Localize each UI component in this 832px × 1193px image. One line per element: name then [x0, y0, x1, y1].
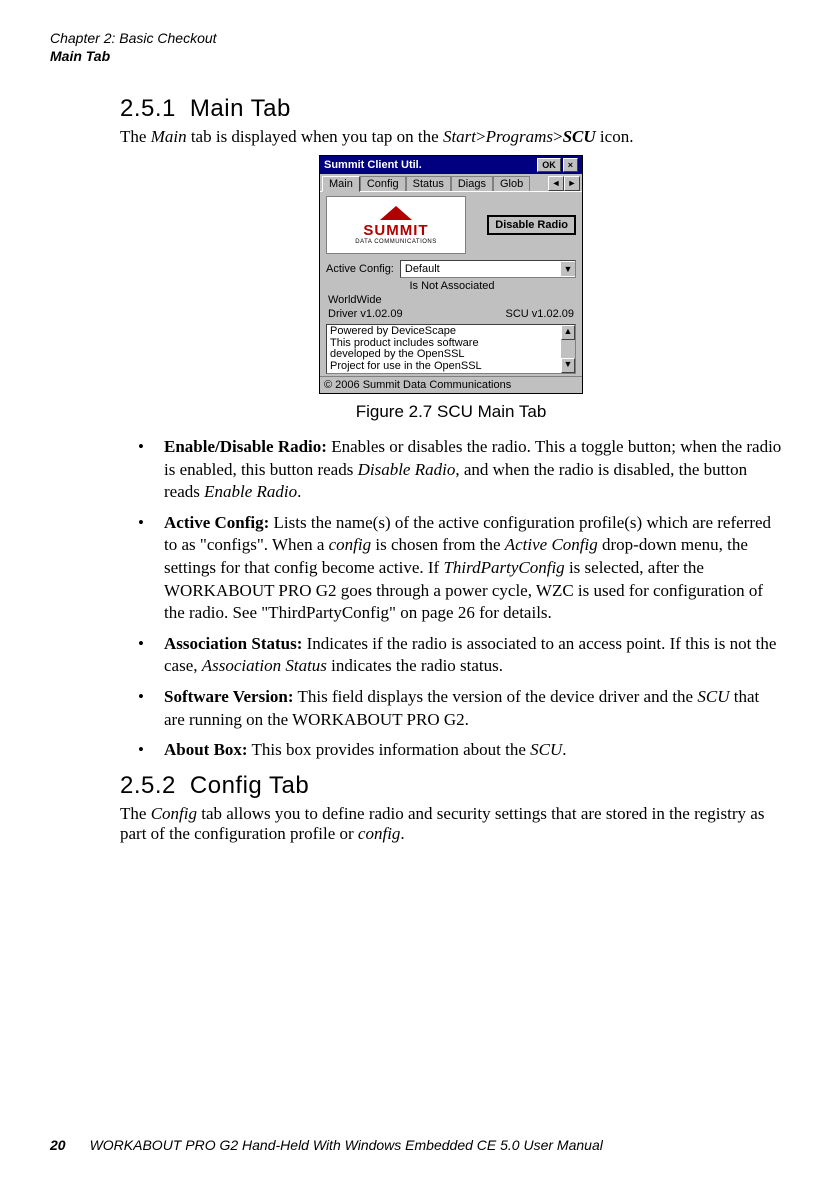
- active-config-dropdown[interactable]: Default ▼: [400, 260, 576, 278]
- worldwide-label: WorldWide: [326, 294, 576, 306]
- running-head-section: Main Tab: [50, 48, 782, 66]
- tab-scroll-left-icon[interactable]: ◄: [548, 176, 564, 191]
- ce-tabs: Main Config Status Diags Glob ◄ ►: [320, 174, 582, 191]
- ce-titlebar: Summit Client Util. OK ×: [320, 156, 582, 174]
- bullet-software-version: Software Version: This field displays th…: [146, 686, 782, 731]
- scroll-down-icon[interactable]: ▼: [561, 358, 575, 373]
- chevron-down-icon[interactable]: ▼: [560, 262, 575, 276]
- figure-2-7: Summit Client Util. OK × Main Config Sta…: [120, 155, 782, 422]
- running-head: Chapter 2: Basic Checkout Main Tab: [50, 30, 782, 65]
- lead-2-5-1: The Main tab is displayed when you tap o…: [120, 127, 782, 147]
- close-button[interactable]: ×: [563, 158, 578, 172]
- driver-version: Driver v1.02.09: [328, 308, 403, 320]
- bullet-list: Enable/Disable Radio: Enables or disable…: [120, 436, 782, 762]
- bullet-association-status: Association Status: Indicates if the rad…: [146, 633, 782, 678]
- tab-main[interactable]: Main: [322, 176, 360, 192]
- ce-window: Summit Client Util. OK × Main Config Sta…: [319, 155, 583, 394]
- bullet-active-config: Active Config: Lists the name(s) of the …: [146, 512, 782, 625]
- bullet-about-box: About Box: This box provides information…: [146, 739, 782, 762]
- page-number: 20: [50, 1137, 66, 1153]
- disable-radio-button[interactable]: Disable Radio: [487, 215, 576, 235]
- summit-logo: SUMMIT DATA COMMUNICATIONS: [326, 196, 466, 254]
- about-box: Powered by DeviceScape This product incl…: [326, 324, 576, 374]
- running-head-chapter: Chapter 2: Basic Checkout: [50, 30, 782, 48]
- heading-2-5-2: 2.5.2Config Tab: [120, 772, 782, 800]
- scu-version: SCU v1.02.09: [506, 308, 574, 320]
- page-footer: 20 WORKABOUT PRO G2 Hand-Held With Window…: [50, 1137, 603, 1153]
- tab-config[interactable]: Config: [360, 176, 406, 191]
- ce-title: Summit Client Util.: [324, 159, 422, 171]
- ce-footer: © 2006 Summit Data Communications: [320, 376, 582, 393]
- heading-2-5-1: 2.5.1Main Tab: [120, 95, 782, 123]
- bullet-enable-disable: Enable/Disable Radio: Enables or disable…: [146, 436, 782, 504]
- association-status: Is Not Associated: [326, 280, 576, 292]
- book-title: WORKABOUT PRO G2 Hand-Held With Windows …: [90, 1137, 603, 1153]
- lead-2-5-2: The Config tab allows you to define radi…: [120, 804, 782, 844]
- tab-diags[interactable]: Diags: [451, 176, 493, 191]
- ok-button[interactable]: OK: [537, 158, 561, 172]
- scroll-up-icon[interactable]: ▲: [561, 325, 575, 340]
- tab-scroll-right-icon[interactable]: ►: [564, 176, 580, 191]
- active-config-label: Active Config:: [326, 263, 394, 275]
- figure-caption: Figure 2.7 SCU Main Tab: [120, 402, 782, 422]
- tab-glob[interactable]: Glob: [493, 176, 530, 191]
- tab-status[interactable]: Status: [406, 176, 451, 191]
